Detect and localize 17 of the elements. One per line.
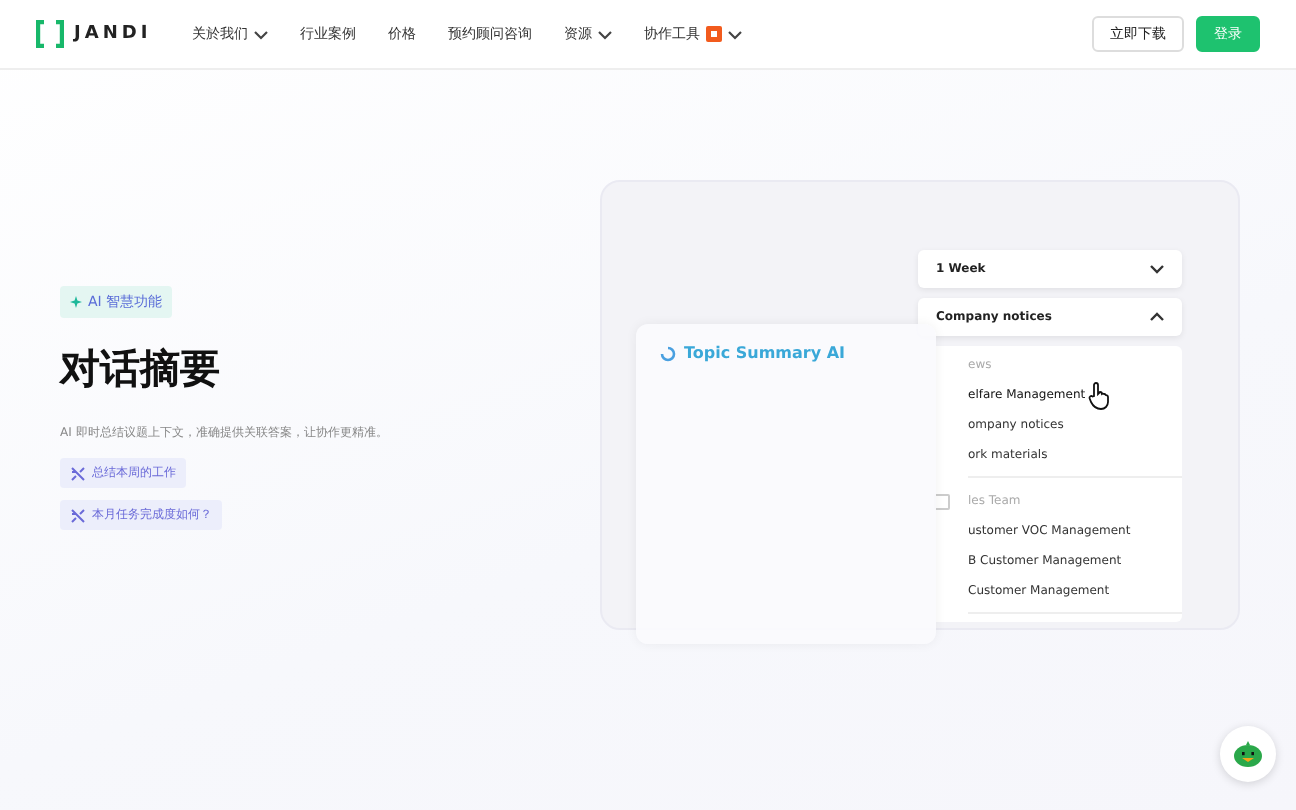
loading-icon [660,345,676,361]
chat-bot-button[interactable] [1220,726,1276,782]
hero-title: 对话摘要 [60,342,220,396]
chevron-down-icon [254,29,268,39]
chevron-icon [1150,312,1164,322]
logo-icon [36,20,64,48]
bird-mascot-icon [1232,740,1264,768]
sparkle-icon [70,296,82,308]
shuffle-icon [70,507,86,523]
chevron-down-icon [728,29,742,39]
chevron-down-icon [1150,264,1164,274]
badge-icon [706,26,722,42]
shuffle-icon [70,465,86,481]
logo-text: JANDI [74,24,152,44]
panel-title: Topic Summary AI [684,344,846,362]
chevron-down-icon [598,29,612,39]
hand-cursor-icon [1087,381,1112,409]
